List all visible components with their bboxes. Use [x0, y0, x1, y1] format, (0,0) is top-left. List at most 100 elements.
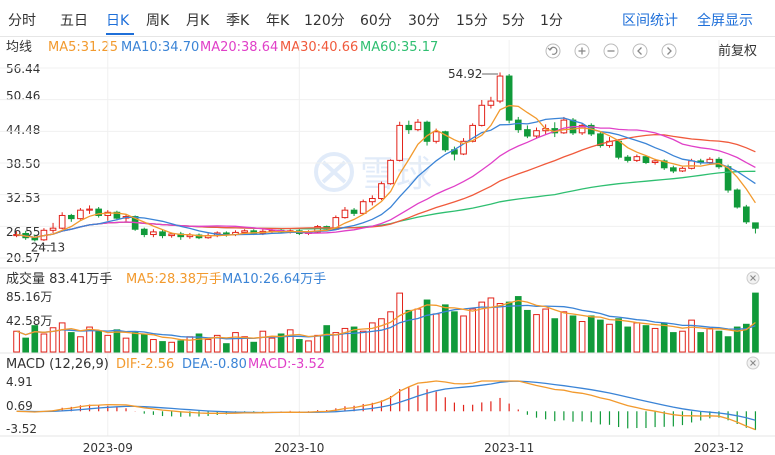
volume-bar: [715, 330, 723, 353]
macd-dif-legend: DIF:-2.56: [116, 357, 174, 372]
scroll-left-button[interactable]: [632, 43, 648, 59]
price-plot: [0, 40, 775, 436]
volume-bar: [578, 321, 586, 353]
candle: [405, 120, 413, 134]
arrow-left-icon: [632, 43, 648, 59]
dea-line: [16, 380, 756, 421]
volume-bar: [223, 343, 230, 353]
volume-bar: [679, 330, 686, 353]
candle: [752, 222, 759, 234]
close-volume-button[interactable]: [746, 271, 760, 285]
volume-bar: [587, 315, 595, 353]
adjust-mode-button[interactable]: 前复权: [718, 43, 757, 59]
candle: [186, 232, 194, 239]
candle: [742, 204, 750, 224]
close-macd-button[interactable]: [746, 356, 760, 370]
macd-legend: MACD (12,26,9) DIF:-2.56 DEA:-0.80 MACD:…: [6, 357, 325, 372]
volume-bar: [624, 326, 632, 353]
price-tick: 38.50: [6, 157, 40, 171]
volume-bar: [378, 318, 385, 353]
volume-bar: [305, 340, 312, 353]
dif-line: [16, 380, 756, 431]
candle: [368, 195, 376, 206]
volume-bar: [514, 296, 522, 353]
candle: [496, 72, 504, 104]
candle: [560, 116, 568, 134]
candle: [505, 74, 513, 124]
arrow-right-icon: [661, 43, 677, 59]
x-tick-label: 2023-11: [484, 441, 534, 455]
candle: [724, 164, 732, 193]
volume-bar: [432, 313, 440, 353]
ma-legend: 均线 MA5:31.25 MA10:34.70 MA20:38.64 MA30:…: [6, 40, 438, 55]
ma10-legend: MA10:34.70: [121, 40, 199, 55]
kline-chart: 均线 MA5:31.25 MA10:34.70 MA20:38.64 MA30:…: [0, 40, 775, 455]
volume-bar: [58, 322, 66, 353]
candle: [733, 188, 741, 209]
chart-controls: 前复权: [545, 43, 757, 59]
scroll-right-button[interactable]: [661, 43, 677, 59]
price-tick: 50.46: [6, 89, 40, 103]
x-tick-label: 2023-10: [274, 441, 324, 455]
volume-bar: [250, 341, 258, 353]
volume-bar: [77, 336, 84, 353]
candle: [67, 213, 75, 222]
volume-bar: [95, 330, 102, 353]
volume-bar: [31, 325, 39, 353]
back-button[interactable]: [545, 43, 561, 59]
candle: [396, 121, 404, 162]
volume-bar: [423, 299, 431, 353]
volume-ma5-legend: MA5:28.38万手: [126, 272, 222, 287]
candle: [49, 222, 57, 233]
price-tick: 56.44: [6, 62, 40, 76]
candle: [86, 205, 93, 214]
volume-bar: [204, 339, 212, 353]
volume-bar: [104, 334, 112, 353]
candle: [387, 159, 394, 185]
volume-bar: [551, 318, 559, 353]
volume-bar: [314, 334, 321, 353]
volume-bar: [414, 308, 422, 353]
ma20-legend: MA20:38.64: [200, 40, 278, 55]
volume-tick: 85.16万: [6, 290, 52, 304]
candle: [77, 208, 84, 220]
volume-bar: [259, 330, 267, 353]
price-tick: 44.48: [6, 123, 40, 137]
volume-title: 成交量 83.41万手: [6, 271, 112, 287]
volume-bar: [323, 325, 331, 353]
volume-bar: [633, 322, 641, 353]
candle: [378, 181, 385, 201]
volume-bar: [140, 333, 148, 353]
macd-plot: [16, 380, 757, 431]
volume-bar: [40, 333, 48, 353]
volume-bar: [487, 297, 495, 353]
zoom-in-button[interactable]: [574, 43, 590, 59]
volume-bar: [67, 332, 75, 353]
macd-value-legend: MACD:-3.52: [248, 357, 325, 372]
volume-bar: [524, 309, 531, 353]
candle: [679, 166, 686, 173]
volume-bar: [387, 311, 394, 353]
volume-bar: [186, 336, 194, 353]
macd-tick: -3.52: [6, 422, 37, 436]
zoom-out-button[interactable]: [603, 43, 619, 59]
volume-bar: [13, 330, 20, 353]
volume-bar: [177, 340, 185, 353]
volume-bar: [724, 336, 732, 353]
price-tick: 32.53: [6, 191, 40, 205]
high-price-annotation: 54.92: [448, 67, 482, 81]
candle: [104, 210, 112, 221]
candle: [551, 122, 559, 138]
volume-bar: [168, 341, 175, 353]
volume-bar: [22, 337, 30, 353]
volume-bar: [405, 309, 413, 353]
volume-bar: [542, 308, 549, 353]
volume-bar: [159, 341, 166, 353]
volume-bar: [496, 303, 504, 353]
volume-bar: [286, 329, 294, 353]
x-axis: 2023-09 2023-10 2023-11 2023-12: [83, 441, 744, 455]
volume-bar: [359, 330, 367, 353]
candle: [670, 165, 677, 174]
ma30-legend: MA30:40.66: [280, 40, 358, 55]
volume-bar: [706, 327, 714, 353]
